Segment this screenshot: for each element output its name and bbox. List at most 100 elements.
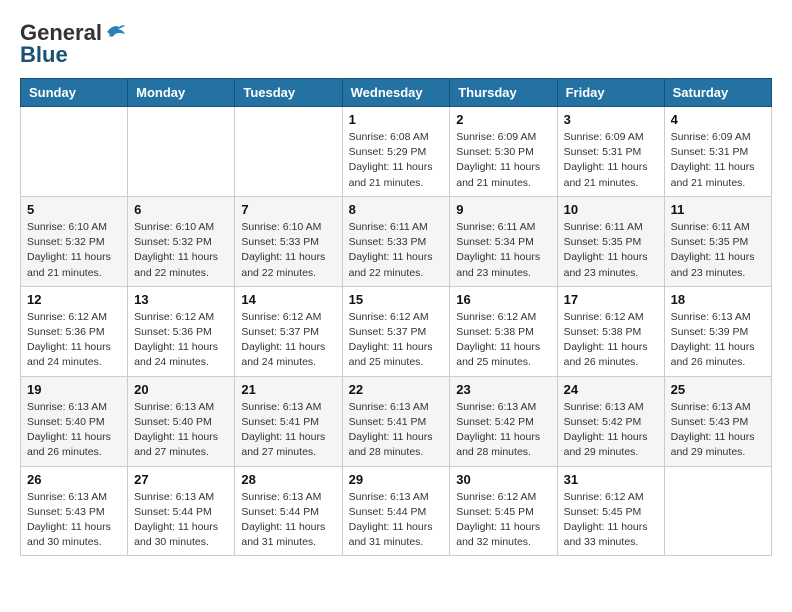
calendar-cell: 4 Sunrise: 6:09 AM Sunset: 5:31 PM Daylig… [664,107,771,197]
calendar-cell: 9Sunrise: 6:11 AM Sunset: 5:34 PM Daylig… [450,196,557,286]
day-number: 30 [456,472,550,487]
day-number: 16 [456,292,550,307]
calendar-cell: 27Sunrise: 6:13 AM Sunset: 5:44 PM Dayli… [128,466,235,556]
calendar-cell: 11Sunrise: 6:11 AM Sunset: 5:35 PM Dayli… [664,196,771,286]
calendar-cell: 24Sunrise: 6:13 AM Sunset: 5:42 PM Dayli… [557,376,664,466]
calendar-cell: 7 Sunrise: 6:10 AM Sunset: 5:33 PM Daylig… [235,196,342,286]
day-info: Sunrise: 6:13 AM Sunset: 5:43 PM Dayligh… [671,400,765,461]
calendar-week-row: 1 Sunrise: 6:08 AM Sunset: 5:29 PM Daylig… [21,107,772,197]
calendar-week-row: 19 Sunrise: 6:13 AM Sunset: 5:40 PM Dayli… [21,376,772,466]
calendar-cell: 30Sunrise: 6:12 AM Sunset: 5:45 PM Dayli… [450,466,557,556]
day-info: Sunrise: 6:13 AM Sunset: 5:41 PM Dayligh… [349,400,444,461]
calendar-cell: 19Sunrise: 6:13 AM Sunset: 5:40 PM Dayli… [21,376,128,466]
calendar-cell: 13 Sunrise: 6:12 AM Sunset: 5:36 PM Dayli… [128,286,235,376]
logo: General Blue [20,20,127,68]
calendar-cell: 20 Sunrise: 6:13 AM Sunset: 5:40 PM Dayli… [128,376,235,466]
day-info: Sunrise: 6:13 AM Sunset: 5:44 PM Dayligh… [349,490,444,551]
day-number: 31 [564,472,658,487]
logo-bird-icon [105,22,127,40]
calendar-header-row: SundayMondayTuesdayWednesdayThursdayFrid… [21,79,772,107]
day-number: 20 [134,382,228,397]
day-number: 7 [241,202,335,217]
day-number: 8 [349,202,444,217]
calendar-cell: 6 Sunrise: 6:10 AM Sunset: 5:32 PM Daylig… [128,196,235,286]
calendar-cell: 1 Sunrise: 6:08 AM Sunset: 5:29 PM Daylig… [342,107,450,197]
day-info: Sunrise: 6:13 AM Sunset: 5:39 PM Dayligh… [671,310,765,371]
day-info: Sunrise: 6:09 AM Sunset: 5:30 PM Dayligh… [456,130,550,191]
day-info: Sunrise: 6:10 AM Sunset: 5:32 PM Dayligh… [134,220,228,281]
page-header: General Blue [20,20,772,68]
calendar-cell: 5Sunrise: 6:10 AM Sunset: 5:32 PM Daylig… [21,196,128,286]
day-info: Sunrise: 6:11 AM Sunset: 5:33 PM Dayligh… [349,220,444,281]
day-number: 28 [241,472,335,487]
day-number: 19 [27,382,121,397]
calendar-cell: 17 Sunrise: 6:12 AM Sunset: 5:38 PM Dayli… [557,286,664,376]
calendar-header-wednesday: Wednesday [342,79,450,107]
day-number: 13 [134,292,228,307]
day-number: 1 [349,112,444,127]
calendar-cell: 22 Sunrise: 6:13 AM Sunset: 5:41 PM Dayli… [342,376,450,466]
day-number: 6 [134,202,228,217]
day-info: Sunrise: 6:11 AM Sunset: 5:35 PM Dayligh… [564,220,658,281]
calendar-week-row: 26 Sunrise: 6:13 AM Sunset: 5:43 PM Dayli… [21,466,772,556]
calendar-cell: 3 Sunrise: 6:09 AM Sunset: 5:31 PM Daylig… [557,107,664,197]
day-number: 25 [671,382,765,397]
calendar-cell: 29 Sunrise: 6:13 AM Sunset: 5:44 PM Dayli… [342,466,450,556]
calendar-header-friday: Friday [557,79,664,107]
calendar-cell: 31 Sunrise: 6:12 AM Sunset: 5:45 PM Dayli… [557,466,664,556]
calendar-header-saturday: Saturday [664,79,771,107]
day-info: Sunrise: 6:13 AM Sunset: 5:41 PM Dayligh… [241,400,335,461]
day-number: 29 [349,472,444,487]
day-info: Sunrise: 6:10 AM Sunset: 5:33 PM Dayligh… [241,220,335,281]
day-number: 15 [349,292,444,307]
calendar-cell: 12Sunrise: 6:12 AM Sunset: 5:36 PM Dayli… [21,286,128,376]
calendar-cell: 28 Sunrise: 6:13 AM Sunset: 5:44 PM Dayli… [235,466,342,556]
logo-blue-text: Blue [20,42,68,68]
day-number: 26 [27,472,121,487]
calendar-header-tuesday: Tuesday [235,79,342,107]
day-info: Sunrise: 6:11 AM Sunset: 5:34 PM Dayligh… [456,220,550,281]
day-number: 27 [134,472,228,487]
calendar-header-sunday: Sunday [21,79,128,107]
calendar-cell: 14 Sunrise: 6:12 AM Sunset: 5:37 PM Dayli… [235,286,342,376]
day-number: 24 [564,382,658,397]
calendar-cell: 10 Sunrise: 6:11 AM Sunset: 5:35 PM Dayli… [557,196,664,286]
day-info: Sunrise: 6:08 AM Sunset: 5:29 PM Dayligh… [349,130,444,191]
day-info: Sunrise: 6:12 AM Sunset: 5:37 PM Dayligh… [241,310,335,371]
calendar-cell: 2 Sunrise: 6:09 AM Sunset: 5:30 PM Daylig… [450,107,557,197]
calendar-week-row: 5 Sunrise: 6:10 AM Sunset: 5:32 PM Daylig… [21,196,772,286]
day-number: 22 [349,382,444,397]
calendar-header-monday: Monday [128,79,235,107]
day-info: Sunrise: 6:13 AM Sunset: 5:40 PM Dayligh… [134,400,228,461]
day-info: Sunrise: 6:12 AM Sunset: 5:37 PM Dayligh… [349,310,444,371]
day-info: Sunrise: 6:11 AM Sunset: 5:35 PM Dayligh… [671,220,765,281]
day-info: Sunrise: 6:12 AM Sunset: 5:36 PM Dayligh… [27,310,121,371]
day-info: Sunrise: 6:09 AM Sunset: 5:31 PM Dayligh… [564,130,658,191]
day-info: Sunrise: 6:12 AM Sunset: 5:36 PM Dayligh… [134,310,228,371]
day-info: Sunrise: 6:12 AM Sunset: 5:38 PM Dayligh… [456,310,550,371]
calendar-header-thursday: Thursday [450,79,557,107]
calendar-cell [664,466,771,556]
day-number: 17 [564,292,658,307]
calendar-cell: 21 Sunrise: 6:13 AM Sunset: 5:41 PM Dayli… [235,376,342,466]
day-number: 5 [27,202,121,217]
day-number: 21 [241,382,335,397]
calendar-table: SundayMondayTuesdayWednesdayThursdayFrid… [20,78,772,556]
day-number: 10 [564,202,658,217]
calendar-cell [21,107,128,197]
day-info: Sunrise: 6:13 AM Sunset: 5:44 PM Dayligh… [241,490,335,551]
calendar-cell: 26 Sunrise: 6:13 AM Sunset: 5:43 PM Dayli… [21,466,128,556]
day-info: Sunrise: 6:12 AM Sunset: 5:45 PM Dayligh… [564,490,658,551]
day-number: 2 [456,112,550,127]
day-number: 4 [671,112,765,127]
calendar-week-row: 12Sunrise: 6:12 AM Sunset: 5:36 PM Dayli… [21,286,772,376]
day-number: 14 [241,292,335,307]
day-info: Sunrise: 6:13 AM Sunset: 5:43 PM Dayligh… [27,490,121,551]
calendar-cell: 23Sunrise: 6:13 AM Sunset: 5:42 PM Dayli… [450,376,557,466]
calendar-cell [128,107,235,197]
calendar-cell: 16 Sunrise: 6:12 AM Sunset: 5:38 PM Dayli… [450,286,557,376]
day-info: Sunrise: 6:09 AM Sunset: 5:31 PM Dayligh… [671,130,765,191]
day-number: 3 [564,112,658,127]
day-info: Sunrise: 6:12 AM Sunset: 5:38 PM Dayligh… [564,310,658,371]
day-info: Sunrise: 6:13 AM Sunset: 5:42 PM Dayligh… [456,400,550,461]
